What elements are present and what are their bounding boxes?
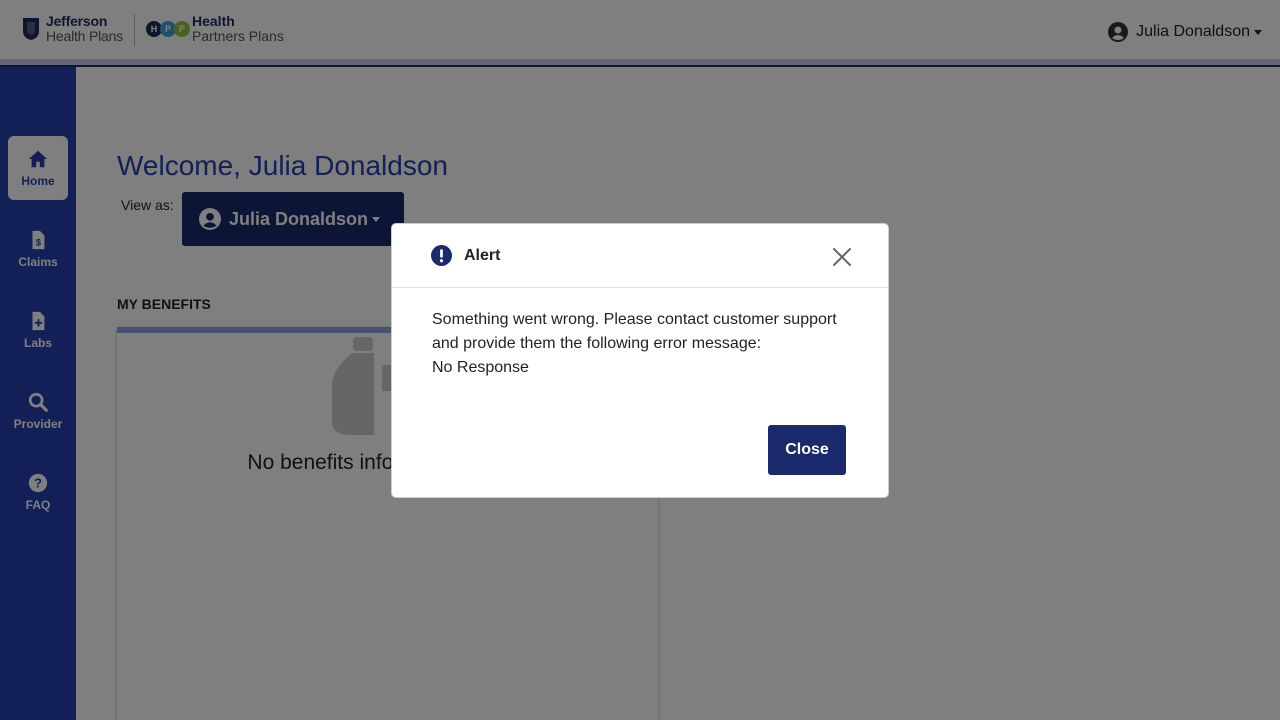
exclamation-icon	[431, 245, 452, 266]
close-button[interactable]: Close	[768, 425, 846, 475]
alert-modal: Alert Something went wrong. Please conta…	[391, 223, 889, 498]
error-description: Something went wrong. Please contact cus…	[432, 311, 837, 352]
modal-header: Alert	[392, 224, 888, 288]
modal-title: Alert	[464, 247, 501, 264]
modal-body: Something went wrong. Please contact cus…	[432, 308, 852, 380]
close-icon[interactable]	[831, 246, 853, 268]
error-message: No Response	[432, 359, 529, 376]
